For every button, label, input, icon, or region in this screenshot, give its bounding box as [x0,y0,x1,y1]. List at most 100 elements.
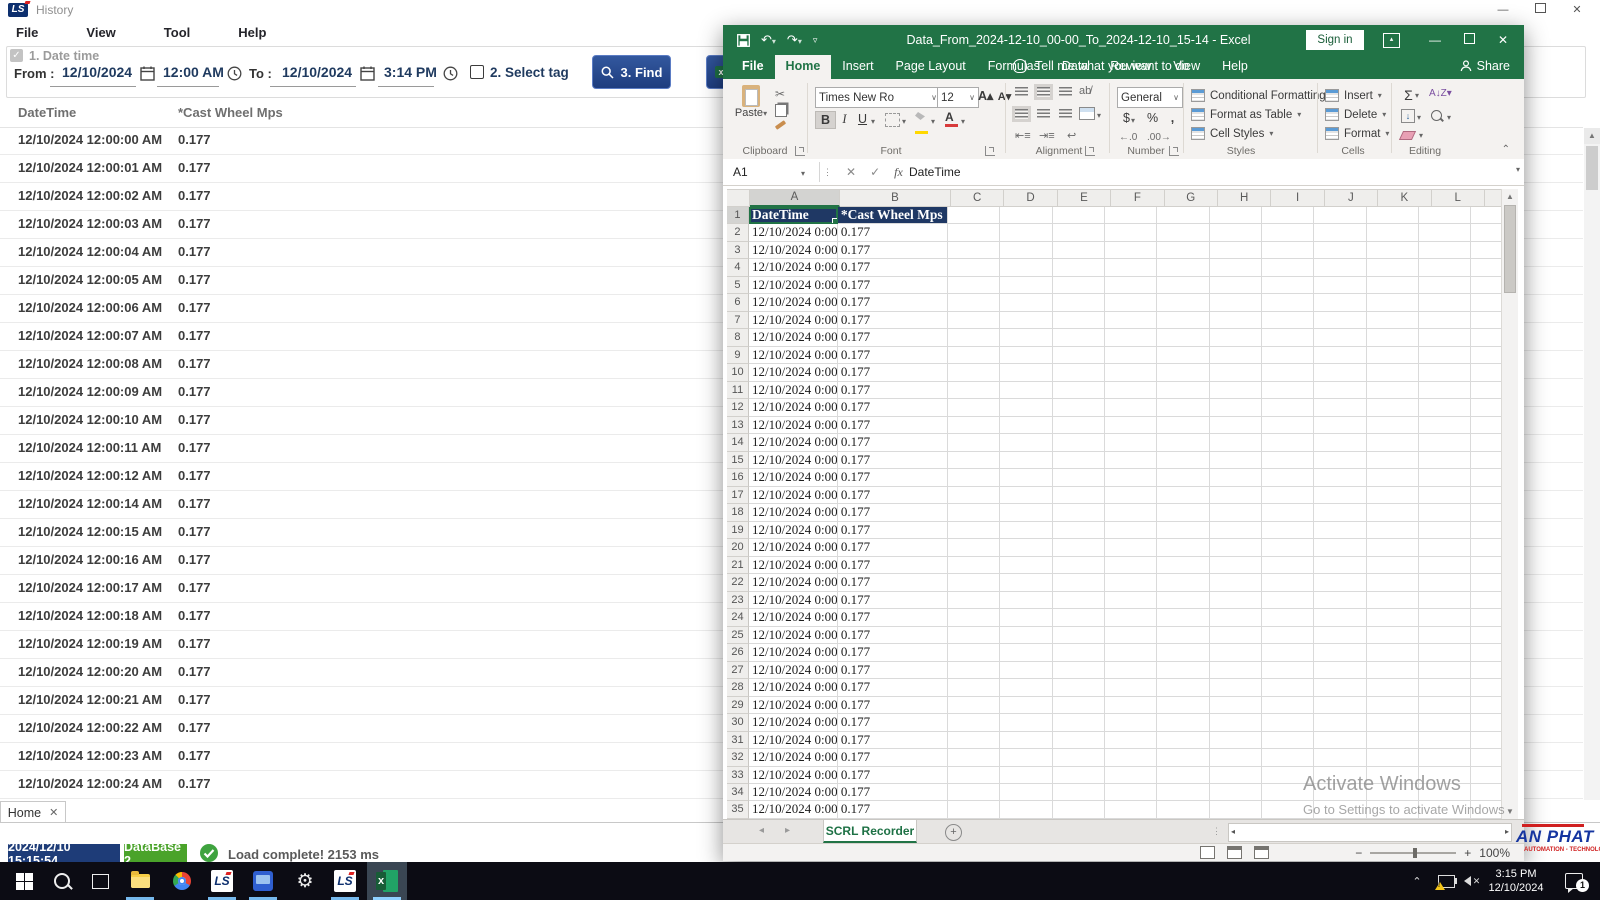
cell-B23[interactable]: 0.177 [838,592,948,609]
cell-I32[interactable] [1262,749,1314,766]
cell-C1[interactable] [948,207,1000,224]
cell-C3[interactable] [948,242,1000,259]
collapse-ribbon-icon[interactable]: ⌃ [1502,144,1510,155]
row-number-11[interactable]: 11 [727,382,749,399]
cell-H11[interactable] [1210,382,1262,399]
cell-F28[interactable] [1105,679,1157,696]
to-date-field[interactable]: 12/10/2024 [282,64,352,80]
cell-A6[interactable]: 12/10/2024 0:00 [749,294,838,311]
sheet-next-icon[interactable]: ▸ [785,825,790,836]
ribbon-tab-help[interactable]: Help [1211,55,1259,79]
cell-B16[interactable]: 0.177 [838,469,948,486]
find-button[interactable]: 3. Find [592,55,671,89]
cell-G25[interactable] [1157,627,1209,644]
cell-B19[interactable]: 0.177 [838,522,948,539]
cell-G13[interactable] [1157,417,1209,434]
row-number-16[interactable]: 16 [727,469,749,486]
cell-G12[interactable] [1157,399,1209,416]
cell-H13[interactable] [1210,417,1262,434]
cell-E6[interactable] [1053,294,1105,311]
font-color-icon[interactable]: A [945,110,958,127]
new-sheet-icon[interactable]: + [945,824,962,841]
cell-G34[interactable] [1157,784,1209,801]
cell-F26[interactable] [1105,644,1157,661]
cell-C24[interactable] [948,609,1000,626]
select-tag-checkbox[interactable] [470,65,484,79]
cell-G6[interactable] [1157,294,1209,311]
clear-dropdown-icon[interactable]: ▾ [1419,131,1423,140]
cell-C4[interactable] [948,259,1000,276]
cell-H5[interactable] [1210,277,1262,294]
cell-B33[interactable]: 0.177 [838,767,948,784]
cell-G16[interactable] [1157,469,1209,486]
cell-F17[interactable] [1105,487,1157,504]
cell-I18[interactable] [1262,504,1314,521]
cell-K29[interactable] [1367,697,1419,714]
cell-G24[interactable] [1157,609,1209,626]
cell-partial-12[interactable] [1471,399,1502,416]
cell-D19[interactable] [1000,522,1052,539]
cell-H8[interactable] [1210,329,1262,346]
cell-L30[interactable] [1419,714,1471,731]
cell-E19[interactable] [1053,522,1105,539]
cell-I17[interactable] [1262,487,1314,504]
cell-K9[interactable] [1367,347,1419,364]
cell-partial-21[interactable] [1471,557,1502,574]
cell-A14[interactable]: 12/10/2024 0:00 [749,434,838,451]
copy-icon[interactable] [775,104,787,117]
cell-B6[interactable]: 0.177 [838,294,948,311]
column-header-I[interactable]: I [1271,189,1324,207]
cell-A22[interactable]: 12/10/2024 0:00 [749,574,838,591]
cell-L16[interactable] [1419,469,1471,486]
cell-partial-1[interactable] [1471,207,1502,224]
sort-filter-icon[interactable]: A↓Z▾ [1429,87,1452,101]
cell-A13[interactable]: 12/10/2024 0:00 [749,417,838,434]
cell-I3[interactable] [1262,242,1314,259]
cell-J14[interactable] [1314,434,1366,451]
excel-maximize-button[interactable] [1452,25,1486,55]
insert-function-icon[interactable]: fx [894,165,903,180]
grow-font-icon[interactable]: A▴ [976,87,995,104]
align-top-icon[interactable] [1015,87,1028,97]
cell-K16[interactable] [1367,469,1419,486]
page-break-view-icon[interactable] [1254,846,1269,859]
menu-item-view[interactable]: View [80,23,121,42]
cell-I2[interactable] [1262,224,1314,241]
fill-dropdown-icon[interactable]: ▾ [1417,113,1421,122]
cell-J8[interactable] [1314,329,1366,346]
cell-F15[interactable] [1105,452,1157,469]
cell-I26[interactable] [1262,644,1314,661]
cell-B13[interactable]: 0.177 [838,417,948,434]
font-dialog-launcher-icon[interactable] [985,146,995,156]
cell-J2[interactable] [1314,224,1366,241]
cell-I10[interactable] [1262,364,1314,381]
cell-A32[interactable]: 12/10/2024 0:00 [749,749,838,766]
cell-partial-17[interactable] [1471,487,1502,504]
cell-B28[interactable]: 0.177 [838,679,948,696]
cell-C14[interactable] [948,434,1000,451]
cell-D17[interactable] [1000,487,1052,504]
cell-partial-6[interactable] [1471,294,1502,311]
page-layout-view-icon[interactable] [1227,846,1242,859]
cell-I33[interactable] [1262,767,1314,784]
cell-I19[interactable] [1262,522,1314,539]
clipboard-dialog-launcher-icon[interactable] [795,146,805,156]
cell-J26[interactable] [1314,644,1366,661]
menu-item-file[interactable]: File [10,23,44,42]
cell-I1[interactable] [1262,207,1314,224]
row-number-15[interactable]: 15 [727,452,749,469]
cell-H29[interactable] [1210,697,1262,714]
cell-D33[interactable] [1000,767,1052,784]
cell-D1[interactable] [1000,207,1052,224]
align-left-icon[interactable] [1015,109,1028,119]
cell-G18[interactable] [1157,504,1209,521]
cell-D34[interactable] [1000,784,1052,801]
cell-L21[interactable] [1419,557,1471,574]
cell-partial-32[interactable] [1471,749,1502,766]
excel-taskbar-button[interactable]: x [367,862,407,900]
cell-partial-3[interactable] [1471,242,1502,259]
column-header-C[interactable]: C [951,189,1004,207]
autosum-dropdown-icon[interactable]: ▾ [1415,91,1419,100]
row-number-34[interactable]: 34 [727,784,749,801]
to-time-field[interactable]: 3:14 PM [384,64,437,80]
